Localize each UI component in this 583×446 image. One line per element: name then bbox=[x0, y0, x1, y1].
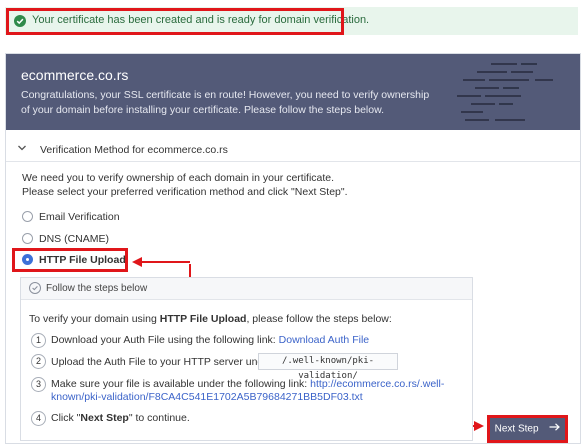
validation-path-code[interactable]: /.well-known/pki-validation/ bbox=[258, 353, 398, 381]
annotation-highlight-next bbox=[487, 415, 568, 443]
step-number: 1 bbox=[31, 333, 46, 348]
steps-intro: To verify your domain using HTTP File Up… bbox=[29, 313, 392, 325]
steps-panel-title: Follow the steps below bbox=[46, 283, 148, 294]
step-number: 2 bbox=[31, 354, 46, 369]
validation-url-link-cont[interactable]: known/pki-validation/F8CA4C541E1702A5B79… bbox=[51, 391, 363, 403]
step-2-text: Upload the Auth File to your HTTP server… bbox=[51, 356, 276, 368]
step-4-text: Click "Next Step" to continue. bbox=[51, 412, 190, 424]
validation-url-link[interactable]: http://ecommerce.co.rs/.well- bbox=[310, 378, 444, 390]
check-circle-outline-icon bbox=[29, 282, 41, 294]
step-1-text: Download your Auth File using the follow… bbox=[51, 334, 370, 346]
step-number: 3 bbox=[31, 377, 46, 392]
step-number: 4 bbox=[31, 411, 46, 426]
step-3-text: Make sure your file is available under t… bbox=[51, 378, 445, 390]
download-auth-file-link[interactable]: Download Auth File bbox=[279, 334, 369, 346]
